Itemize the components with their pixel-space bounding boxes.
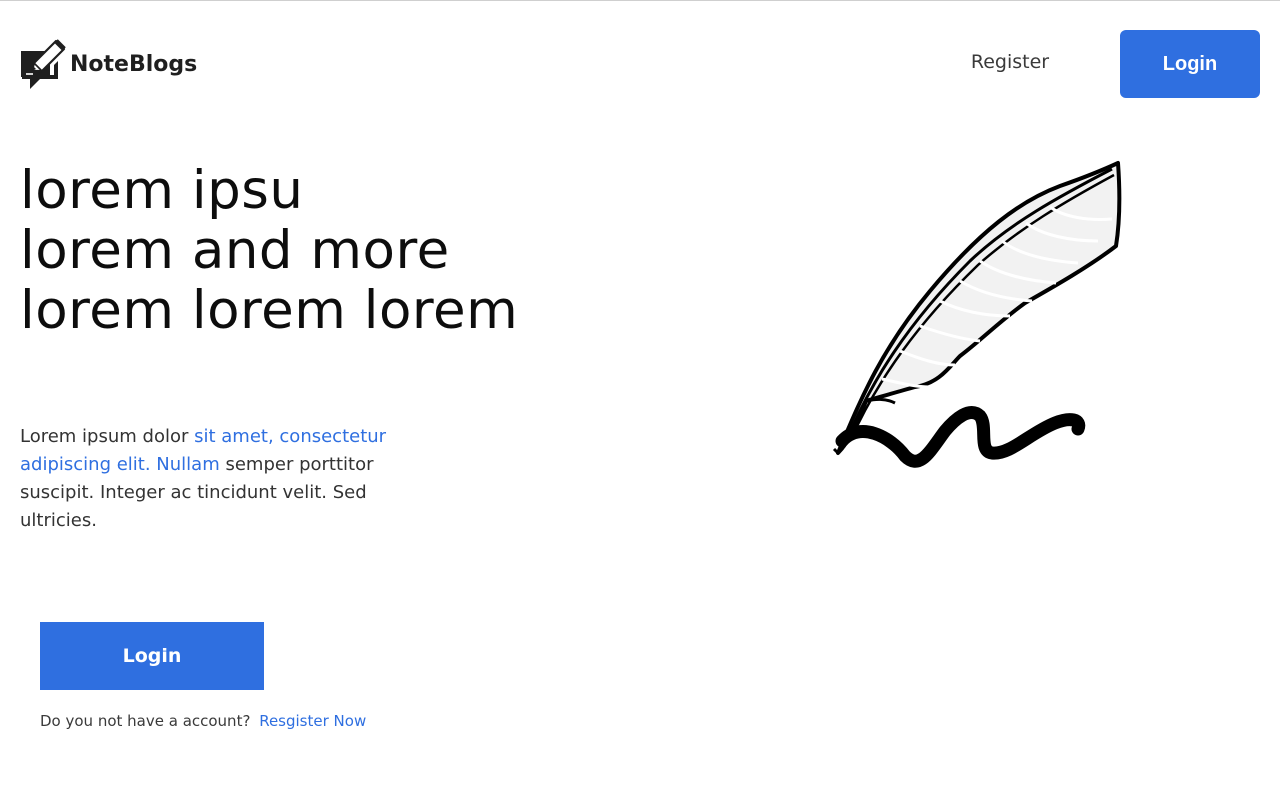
landing-page: NoteBlogs Register Login lorem ipsu lore… [0,0,1280,800]
hero-description-start: Lorem ipsum dolor [20,426,195,447]
hero-login-button[interactable]: Login [40,622,264,690]
no-account-text: Do you not have a account? [40,712,251,730]
note-pencil-icon [21,39,66,89]
signup-prompt: Do you not have a account? Resgister Now [40,712,366,730]
brand-name: NoteBlogs [70,51,198,77]
hero-title-line-1: lorem ipsu [20,160,304,221]
hero-title-line-3: lorem lorem lorem [20,280,519,341]
brand-logo[interactable]: NoteBlogs [20,39,197,89]
hero-description: Lorem ipsum dolor sit amet, consectetur … [20,423,410,535]
hero-title-line-2: lorem and more [20,220,450,281]
header-login-button[interactable]: Login [1120,30,1260,98]
register-link[interactable]: Register [955,51,1065,73]
quill-pen-illustration [832,161,1122,468]
register-now-link[interactable]: Resgister Now [259,712,366,730]
hero-title: lorem ipsu lorem and more lorem lorem lo… [20,161,518,341]
